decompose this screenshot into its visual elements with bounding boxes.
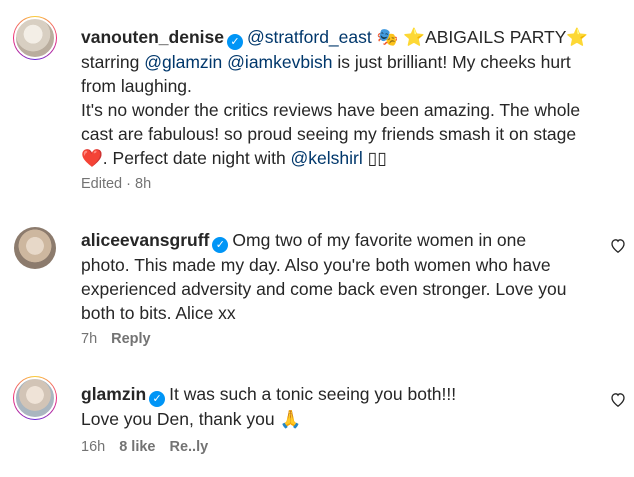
comment-meta: 16h 8 like Re..ly	[81, 439, 208, 455]
theatre-emoji-icon: 🎭	[376, 27, 399, 47]
comment-glamzin: glamzin ✓ It was such a tonic seeing you b…	[0, 372, 634, 477]
username[interactable]: vanouten_denise	[81, 27, 224, 47]
comment-text-line: photo. This made my day. Also you're bot…	[81, 255, 551, 275]
mention-link[interactable]: @stratford_east	[247, 27, 372, 47]
comment-text-line: from laughing.	[81, 76, 192, 96]
comment-text-line: both to bits. Alice xx	[81, 303, 236, 323]
heart-outline-icon	[611, 238, 625, 253]
comment-text-line: Love you Den, thank you 🙏	[81, 409, 302, 429]
comment-text-line: It was such a tonic seeing you both!!!	[169, 384, 457, 404]
heart-outline-icon	[611, 392, 625, 407]
comment-meta: Edited · 8h	[81, 176, 151, 192]
username[interactable]: aliceevansgruff	[81, 230, 209, 250]
red-heart-emoji-icon: ❤️	[81, 148, 103, 168]
avatar-image	[14, 227, 56, 269]
like-button[interactable]	[608, 389, 628, 409]
comment-text-line: It's no wonder the critics reviews have …	[81, 100, 581, 120]
reply-button[interactable]: Re..ly	[169, 439, 208, 455]
reply-button[interactable]: Reply	[111, 331, 151, 347]
mention-link[interactable]: @kelshirl	[291, 148, 363, 168]
avatar[interactable]	[13, 226, 57, 270]
avatar[interactable]	[13, 16, 57, 60]
comment-text: vanouten_denise ✓ @stratford_east 🎭 ⭐ABIGA…	[81, 25, 601, 170]
comment-vanouten-denise: vanouten_denise ✓ @stratford_east 🎭 ⭐ABIGA…	[0, 0, 634, 200]
timestamp: 16h	[81, 439, 106, 455]
comment-aliceevansgruff: aliceevansgruff ✓ Omg two of my favorite w…	[0, 218, 634, 358]
mention-link[interactable]: @glamzin	[144, 52, 222, 72]
avatar-image	[14, 17, 56, 59]
username[interactable]: glamzin	[81, 384, 146, 404]
like-button[interactable]	[608, 235, 628, 255]
likes-count[interactable]: 8 like	[119, 439, 155, 455]
comment-text: aliceevansgruff ✓ Omg two of my favorite w…	[81, 228, 601, 325]
verified-badge-icon: ✓	[149, 391, 166, 407]
comment-text-line: experienced adversity and come back even…	[81, 279, 567, 299]
comment-text-line: cast are fabulous! so proud seeing my fr…	[81, 124, 577, 144]
timestamp: 7h	[81, 331, 98, 347]
avatar-image	[14, 377, 56, 419]
avatar[interactable]	[13, 376, 57, 420]
verified-badge-icon: ✓	[212, 237, 229, 253]
verified-badge-icon: ✓	[226, 34, 243, 50]
mention-link[interactable]: @iamkevbish	[227, 52, 332, 72]
comment-text: glamzin ✓ It was such a tonic seeing you b…	[81, 382, 601, 431]
comment-text-line: ⭐ABIGAILS PARTY⭐	[403, 27, 589, 47]
timestamp: Edited · 8h	[81, 176, 152, 192]
comment-meta: 7h Reply	[81, 331, 151, 347]
comment-text-line: Omg two of my favorite women in one	[232, 230, 527, 250]
